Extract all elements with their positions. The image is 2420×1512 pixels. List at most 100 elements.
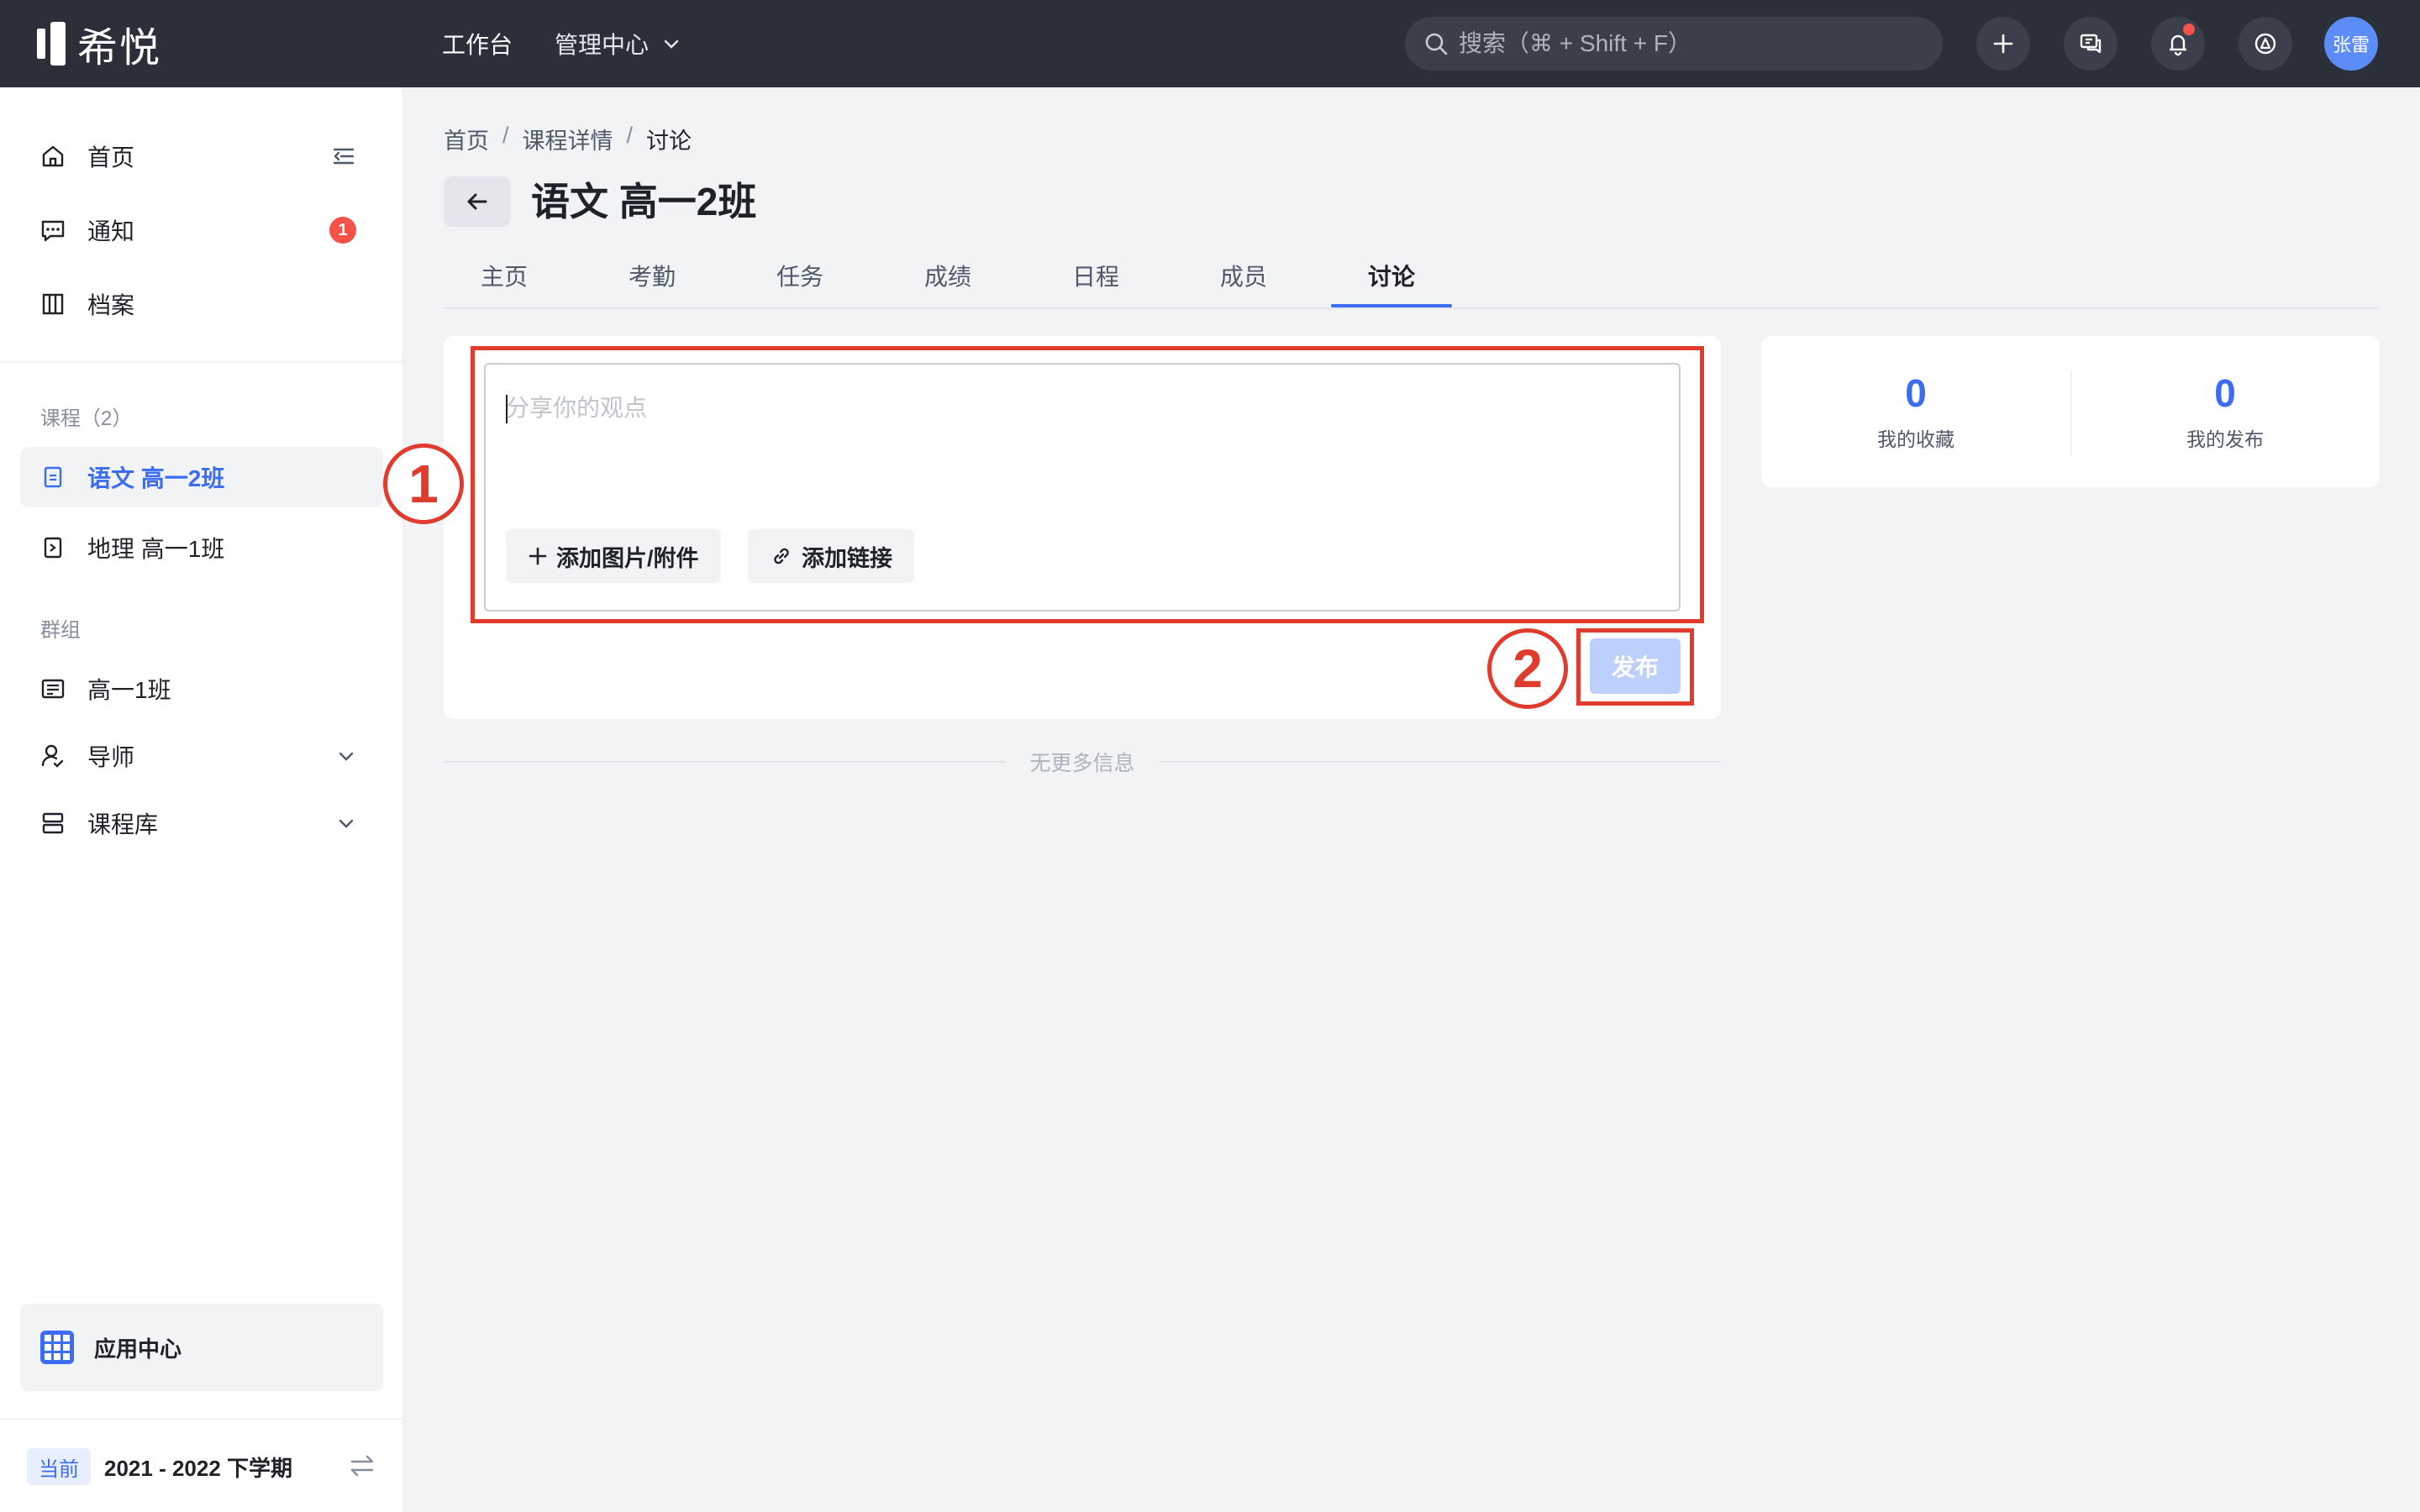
app-logo[interactable]: 希悦 — [37, 20, 161, 71]
chevron-down-icon — [336, 746, 356, 766]
top-nav: 工作台 管理中心 — [442, 0, 681, 87]
publish-button[interactable]: 发布 — [1590, 638, 1681, 694]
nav-workbench-label: 工作台 — [442, 32, 513, 58]
app-center-button[interactable]: 应用中心 — [20, 1304, 383, 1391]
logo-mark-icon — [37, 22, 66, 66]
library-icon — [39, 809, 67, 837]
tab-label: 任务 — [776, 264, 824, 290]
logo-text: 希悦 — [77, 26, 162, 71]
sidebar: 首页 通知 1 档案 课程（2） 语文 高一2班 地理 高一1班 群组 高一1班… — [0, 87, 403, 1512]
nav-admin-center[interactable]: 管理中心 — [555, 27, 681, 60]
my-favorites-stat[interactable]: 0 我的收藏 — [1761, 370, 2070, 452]
courses-section-title: 课程（2） — [40, 407, 133, 430]
notifications-button[interactable] — [2151, 17, 2205, 71]
annotation-marker-1: 1 — [383, 444, 464, 524]
sidebar-item-notice[interactable]: 通知 1 — [20, 200, 383, 260]
back-button[interactable] — [444, 176, 511, 227]
breadcrumb-separator: / — [626, 123, 634, 148]
sidebar-item-label: 课程库 — [87, 811, 159, 837]
sidebar-item-label: 通知 — [87, 218, 135, 244]
sidebar-item-label: 档案 — [87, 292, 135, 318]
nav-workbench[interactable]: 工作台 — [442, 27, 513, 60]
course-book-icon — [39, 533, 67, 562]
sidebar-course-geography[interactable]: 地理 高一1班 — [20, 517, 383, 578]
tab-tasks[interactable]: 任务 — [776, 250, 823, 309]
tab-label: 考勤 — [629, 264, 676, 290]
sidebar-item-label: 高一1班 — [87, 677, 171, 703]
notice-count-badge: 1 — [329, 217, 356, 244]
chevron-down-icon — [336, 813, 356, 833]
tab-label: 讨论 — [1368, 264, 1416, 290]
published-count: 0 — [2214, 371, 2236, 415]
arrow-left-icon — [467, 193, 487, 210]
search-icon — [1425, 33, 1448, 55]
divider-line — [1158, 761, 1722, 763]
tab-schedule[interactable]: 日程 — [1072, 250, 1119, 309]
class-card-icon — [39, 675, 67, 703]
compass-icon — [2254, 33, 2276, 55]
tab-home[interactable]: 主页 — [481, 250, 528, 309]
top-bar: 希悦 工作台 管理中心 张雷 — [0, 0, 2420, 87]
global-search[interactable] — [1405, 17, 1943, 71]
plus-icon — [1993, 34, 2013, 54]
tab-label: 日程 — [1072, 264, 1120, 290]
apps-button[interactable] — [2238, 17, 2292, 71]
tab-label: 主页 — [481, 264, 529, 290]
post-textarea[interactable] — [506, 390, 1657, 491]
text-caret — [506, 395, 508, 423]
published-label: 我的发布 — [2186, 428, 2264, 450]
sidebar-item-label: 导师 — [87, 744, 135, 770]
tab-label: 成绩 — [924, 264, 972, 290]
add-attachment-button[interactable]: 添加图片/附件 — [506, 529, 721, 583]
link-icon — [774, 548, 789, 564]
notification-dot — [2183, 24, 2195, 35]
favorites-count: 0 — [1905, 371, 1927, 415]
tab-members[interactable]: 成员 — [1220, 250, 1267, 309]
course-tabs: 主页 考勤 任务 成绩 日程 成员 讨论 — [444, 250, 2380, 309]
user-avatar-text: 张雷 — [2332, 34, 2370, 55]
sidebar-item-archive[interactable]: 档案 — [20, 274, 383, 334]
mentor-icon — [39, 742, 67, 770]
tab-label: 成员 — [1220, 264, 1268, 290]
favorites-label: 我的收藏 — [1877, 428, 1954, 450]
user-avatar[interactable]: 张雷 — [2324, 17, 2378, 71]
no-more-text: 无更多信息 — [1029, 752, 1135, 775]
divider-line — [444, 761, 1007, 763]
breadcrumb: 首页 / 课程详情 / 讨论 — [444, 123, 692, 155]
switch-term-icon[interactable] — [348, 1452, 376, 1484]
sidebar-group-class[interactable]: 高一1班 — [20, 659, 383, 719]
messages-button[interactable] — [2064, 17, 2118, 71]
term-label: 2021 - 2022 下学期 — [104, 1456, 293, 1481]
breadcrumb-separator: / — [502, 123, 509, 148]
sidebar-item-mentor[interactable]: 导师 — [20, 726, 383, 786]
nav-admin-center-label: 管理中心 — [555, 32, 650, 58]
tab-grades[interactable]: 成绩 — [924, 250, 971, 309]
search-input[interactable] — [1459, 30, 1929, 57]
post-editor[interactable]: 添加图片/附件 添加链接 — [484, 363, 1681, 612]
home-icon — [39, 142, 67, 171]
feed-end-indicator: 无更多信息 — [444, 748, 1722, 776]
tab-discussion[interactable]: 讨论 — [1368, 250, 1415, 309]
my-posts-stat[interactable]: 0 我的发布 — [2070, 370, 2380, 452]
term-bar: 当前 2021 - 2022 下学期 — [0, 1418, 403, 1512]
breadcrumb-current: 讨论 — [646, 129, 692, 154]
tab-attendance[interactable]: 考勤 — [629, 250, 676, 309]
breadcrumb-course-detail[interactable]: 课程详情 — [523, 123, 613, 155]
add-link-button[interactable]: 添加链接 — [748, 529, 914, 583]
sidebar-item-course-library[interactable]: 课程库 — [20, 793, 383, 853]
sidebar-course-chinese[interactable]: 语文 高一2班 — [20, 447, 383, 507]
chevron-down-icon — [664, 39, 679, 49]
breadcrumb-home[interactable]: 首页 — [444, 123, 489, 155]
stats-card: 0 我的收藏 0 我的发布 — [1761, 336, 2380, 487]
create-button[interactable] — [1976, 17, 2030, 71]
sidebar-item-label: 语文 高一2班 — [87, 465, 225, 491]
chat-icon — [2080, 34, 2102, 54]
collapse-sidebar-icon[interactable] — [331, 144, 356, 169]
sidebar-divider — [0, 361, 403, 363]
sidebar-item-home[interactable]: 首页 — [20, 126, 383, 186]
app-grid-icon — [40, 1331, 74, 1364]
add-link-label: 添加链接 — [802, 545, 892, 571]
annotation-marker-2: 2 — [1487, 628, 1568, 709]
page-title: 语文 高一2班 — [531, 180, 757, 223]
app-center-label: 应用中心 — [94, 1336, 182, 1362]
